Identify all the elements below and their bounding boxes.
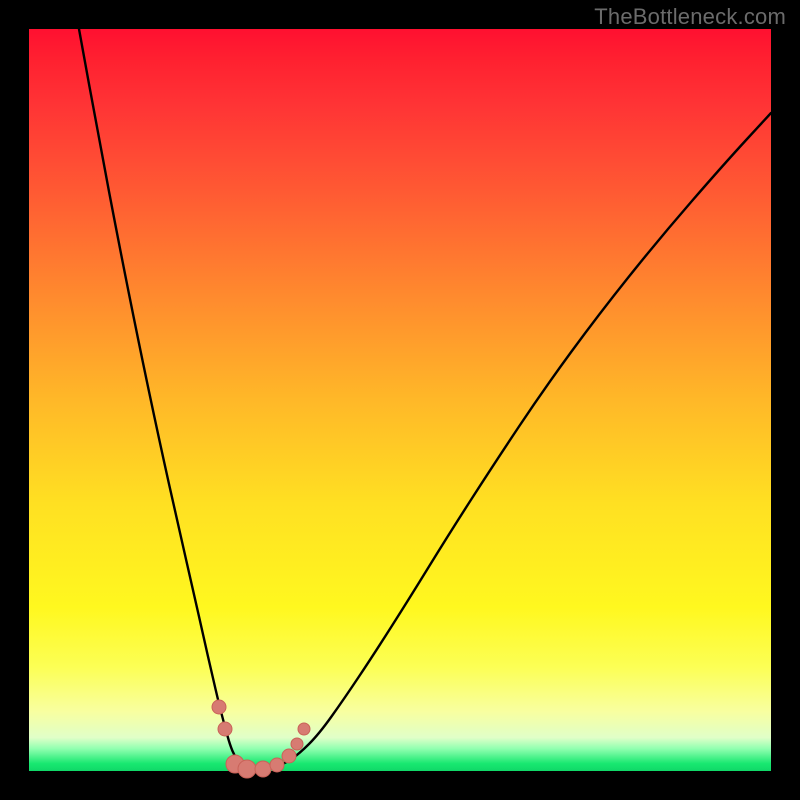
right-curve	[269, 113, 771, 769]
marker-dot	[291, 738, 303, 750]
chart-svg	[29, 29, 771, 771]
marker-dot	[238, 760, 256, 778]
marker-dot	[282, 749, 296, 763]
marker-dot	[270, 758, 284, 772]
marker-dot	[298, 723, 310, 735]
marker-dot	[218, 722, 232, 736]
marker-dot	[255, 761, 271, 777]
watermark-text: TheBottleneck.com	[594, 4, 786, 30]
left-curve	[79, 29, 254, 769]
marker-dot	[212, 700, 226, 714]
markers-group	[212, 700, 310, 778]
